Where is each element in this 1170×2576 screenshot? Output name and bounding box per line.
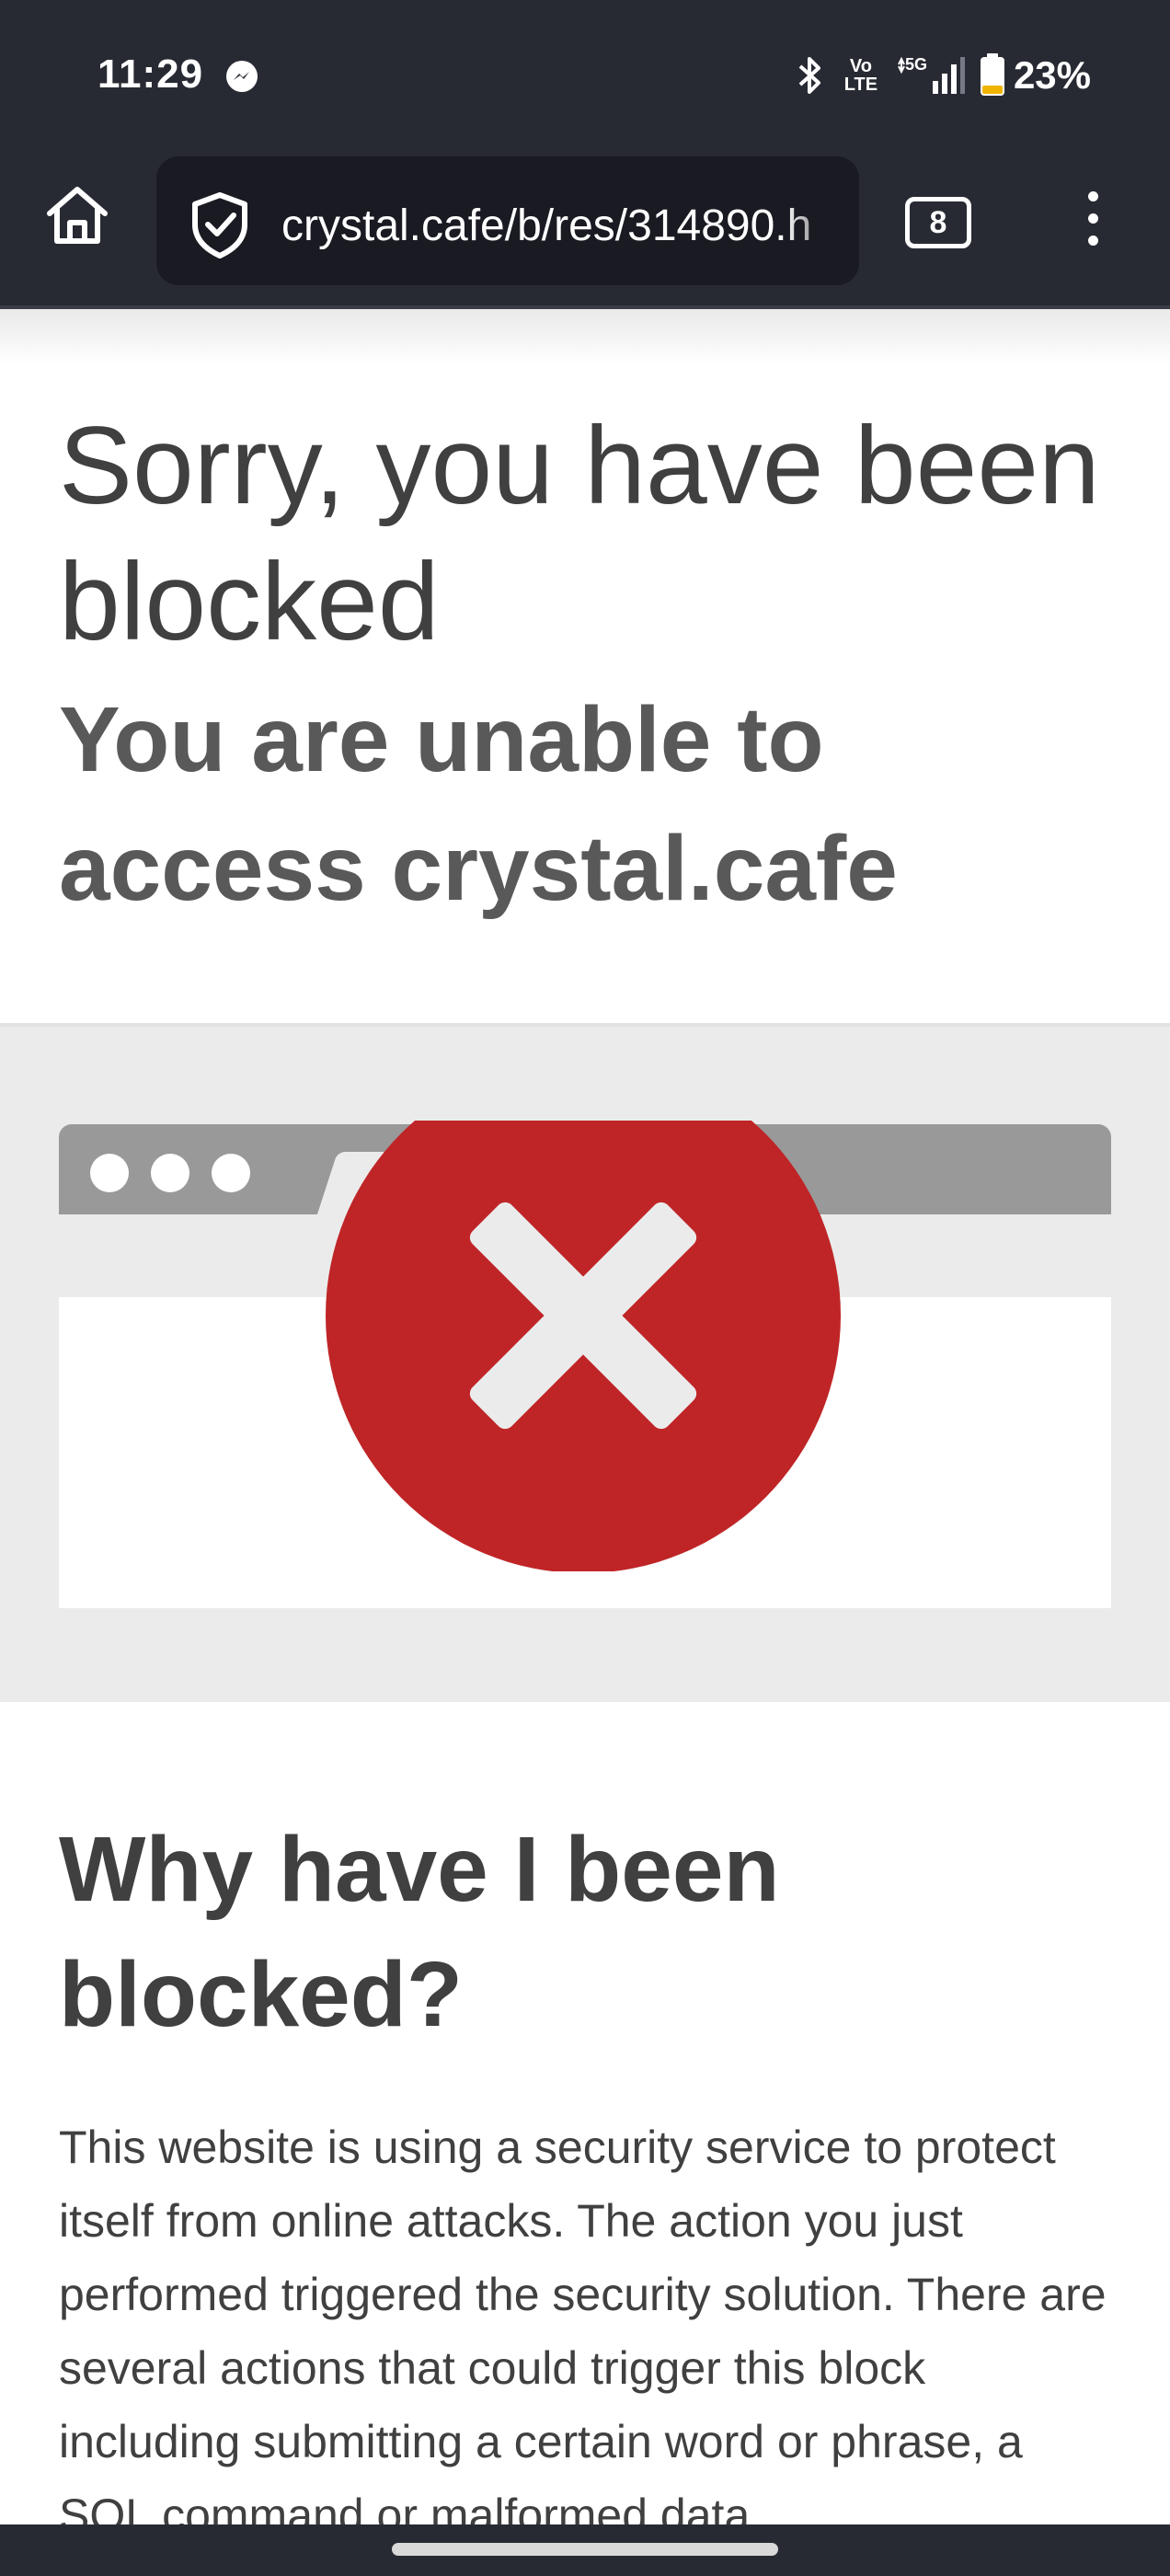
status-icons: Vo LTE 5G 23% [793,52,1091,99]
illustration-band [0,1023,1170,1702]
browser-toolbar: crystal.cafe/b/res/314890.h 8 [0,149,1170,309]
page-content: Sorry, you have been blocked You are una… [0,309,1170,2541]
why-blocked-text: This website is using a security service… [59,2122,1107,2541]
status-bar: 11:29 Vo LTE 5G 23% [0,0,1170,149]
illustration-dot [212,1154,250,1192]
page-subtitle: You are unable to access crystal.cafe [59,688,898,920]
battery-percentage: 23% [1013,53,1091,97]
home-icon[interactable] [40,178,114,252]
battery-icon [980,53,1004,96]
why-blocked-heading: Why have I been blocked? [59,1818,780,2046]
gesture-handle[interactable] [392,2543,778,2556]
illustration-dot [90,1154,129,1192]
address-bar[interactable]: crystal.cafe/b/res/314890.h [156,156,859,285]
browser-illustration [59,1121,1111,1608]
tabs-counter-button[interactable]: 8 [905,197,971,248]
bluetooth-icon [798,57,820,94]
page-title: Sorry, you have been blocked [59,404,1100,663]
toolbar-shadow [0,309,1170,364]
more-vertical-icon[interactable] [1074,191,1111,256]
network-type-label: 5G [905,55,927,74]
status-time: 11:29 [98,52,204,97]
navigation-bar [0,2524,1170,2576]
error-x-icon [326,1121,841,1571]
volte-icon: Vo LTE [843,54,879,97]
shield-check-icon[interactable] [188,190,252,259]
illustration-dot [151,1154,189,1192]
messenger-icon [226,61,258,92]
signal-icon: 5G [898,55,965,94]
volte-line2: LTE [843,75,878,95]
volte-line1: Vo [849,56,872,76]
url-text[interactable]: crystal.cafe/b/res/314890.h [281,201,852,251]
